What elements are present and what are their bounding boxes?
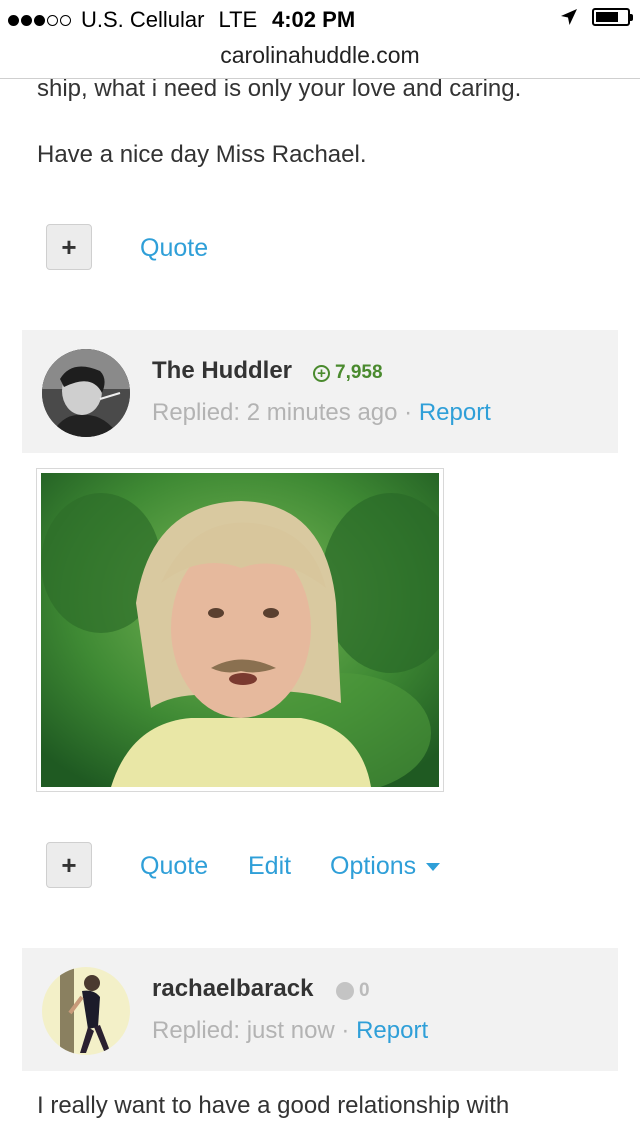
status-bar: U.S. Cellular LTE 4:02 PM xyxy=(0,0,640,40)
status-left: U.S. Cellular LTE xyxy=(8,7,257,33)
post-header: The Huddler + 7,958 Replied: 2 minutes a… xyxy=(22,330,618,453)
reputation-count: 0 xyxy=(359,980,370,1001)
reputation-badge: + 7,958 xyxy=(313,362,383,384)
quote-link[interactable]: Quote xyxy=(140,234,208,263)
neutral-circle-icon xyxy=(336,982,354,1000)
status-right xyxy=(560,8,633,26)
gif-image xyxy=(41,473,461,793)
plus-circle-icon: + xyxy=(313,364,330,382)
carrier-name: U.S. Cellular xyxy=(81,7,205,32)
post-text-line: ship, what i need is only your love and … xyxy=(37,79,522,102)
plus-one-button[interactable]: + xyxy=(46,224,92,270)
post-image[interactable] xyxy=(36,468,461,793)
reply-time: Replied: just now xyxy=(152,1017,335,1044)
avatar[interactable] xyxy=(42,349,130,437)
url-text: carolinahuddle.com xyxy=(220,42,420,68)
reputation-badge: 0 xyxy=(336,980,370,1002)
post-meta: Replied: 2 minutes ago · Report xyxy=(152,399,491,427)
meta-separator: · xyxy=(334,1017,357,1044)
status-time: 4:02 PM xyxy=(272,7,356,32)
report-link[interactable]: Report xyxy=(419,399,491,426)
signal-strength-icon xyxy=(8,14,73,26)
post-text-line: Have a nice day Miss Rachael. xyxy=(37,141,367,168)
reputation-count: 7,958 xyxy=(335,362,383,383)
plus-one-button[interactable]: + xyxy=(46,842,92,888)
username[interactable]: rachaelbarack xyxy=(152,975,313,1003)
post-header: rachaelbarack 0 Replied: just now · Repo… xyxy=(22,948,618,1071)
plus-label: + xyxy=(61,231,77,262)
quote-link[interactable]: Quote xyxy=(140,852,208,881)
post-meta: Replied: just now · Report xyxy=(152,1017,428,1045)
avatar[interactable] xyxy=(42,967,130,1055)
reply-time: Replied: 2 minutes ago xyxy=(152,399,398,426)
options-label: Options xyxy=(330,852,417,880)
options-dropdown[interactable]: Options xyxy=(330,852,441,881)
avatar-image xyxy=(42,967,130,1055)
battery-icon xyxy=(592,8,633,26)
avatar-image xyxy=(42,349,130,437)
location-arrow-icon xyxy=(561,9,577,25)
plus-label: + xyxy=(61,849,77,880)
meta-separator: · xyxy=(397,399,419,426)
post-text-line: I really want to have a good relationshi… xyxy=(37,1092,510,1119)
url-bar[interactable]: carolinahuddle.com xyxy=(0,40,640,79)
username[interactable]: The Huddler xyxy=(152,357,292,385)
edit-link[interactable]: Edit xyxy=(248,852,291,881)
network-type: LTE xyxy=(218,7,258,32)
report-link[interactable]: Report xyxy=(356,1017,428,1044)
page-content: ship, what i need is only your love and … xyxy=(0,79,640,1136)
chevron-down-icon xyxy=(426,863,441,872)
